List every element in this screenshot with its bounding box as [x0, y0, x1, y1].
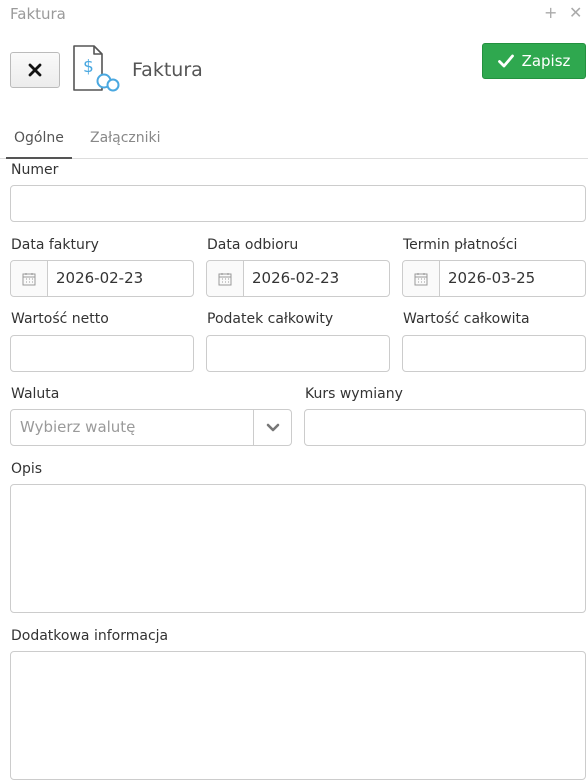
total-value-input[interactable] — [402, 335, 586, 372]
exchange-rate-input[interactable] — [304, 409, 586, 446]
close-icon — [28, 63, 42, 77]
tab-bar: Ogólne Załączniki — [0, 120, 588, 159]
total-tax-input[interactable] — [206, 335, 390, 372]
receipt-date-field[interactable]: 2026-02-23 — [206, 260, 390, 297]
save-button-label: Zapisz — [521, 52, 571, 70]
add-icon[interactable]: + — [544, 3, 557, 23]
total-value-label: Wartość całkowita — [403, 311, 530, 327]
currency-label: Waluta — [11, 386, 60, 402]
exchange-rate-label: Kurs wymiany — [305, 386, 403, 402]
invoice-date-field[interactable]: 2026-02-23 — [10, 260, 194, 297]
tab-attachments[interactable]: Załączniki — [82, 130, 169, 159]
invoice-date-label: Data faktury — [11, 237, 99, 253]
save-button[interactable]: Zapisz — [482, 43, 586, 79]
calendar-icon[interactable] — [403, 261, 440, 296]
close-button[interactable] — [10, 52, 60, 88]
calendar-icon[interactable] — [11, 261, 48, 296]
calendar-icon[interactable] — [207, 261, 244, 296]
page-title: Faktura — [132, 59, 203, 81]
total-tax-label: Podatek całkowity — [207, 311, 334, 327]
currency-select[interactable]: Wybierz walutę — [10, 409, 292, 446]
close-window-icon[interactable]: ✕ — [569, 3, 582, 23]
receipt-date-value: 2026-02-23 — [252, 269, 340, 287]
number-input[interactable] — [10, 185, 586, 222]
description-label: Opis — [11, 461, 43, 477]
additional-info-textarea[interactable] — [10, 651, 586, 780]
due-date-label: Termin płatności — [403, 237, 518, 253]
window-title: Faktura — [10, 5, 66, 23]
tab-general[interactable]: Ogólne — [6, 130, 72, 159]
invoice-date-value: 2026-02-23 — [56, 269, 144, 287]
receipt-date-label: Data odbioru — [207, 237, 299, 253]
number-label: Numer — [11, 162, 59, 178]
additional-info-label: Dodatkowa informacja — [11, 628, 169, 644]
due-date-field[interactable]: 2026-03-25 — [402, 260, 586, 297]
invoice-document-icon: $ — [73, 45, 120, 92]
check-icon — [497, 54, 514, 68]
svg-text:$: $ — [83, 57, 94, 77]
chevron-down-icon[interactable] — [253, 410, 291, 445]
description-textarea[interactable] — [10, 484, 586, 613]
net-value-input[interactable] — [10, 335, 194, 372]
window-titlebar: Faktura + ✕ — [0, 0, 588, 30]
net-value-label: Wartość netto — [11, 311, 109, 327]
due-date-value: 2026-03-25 — [448, 269, 536, 287]
currency-placeholder: Wybierz walutę — [20, 418, 136, 436]
